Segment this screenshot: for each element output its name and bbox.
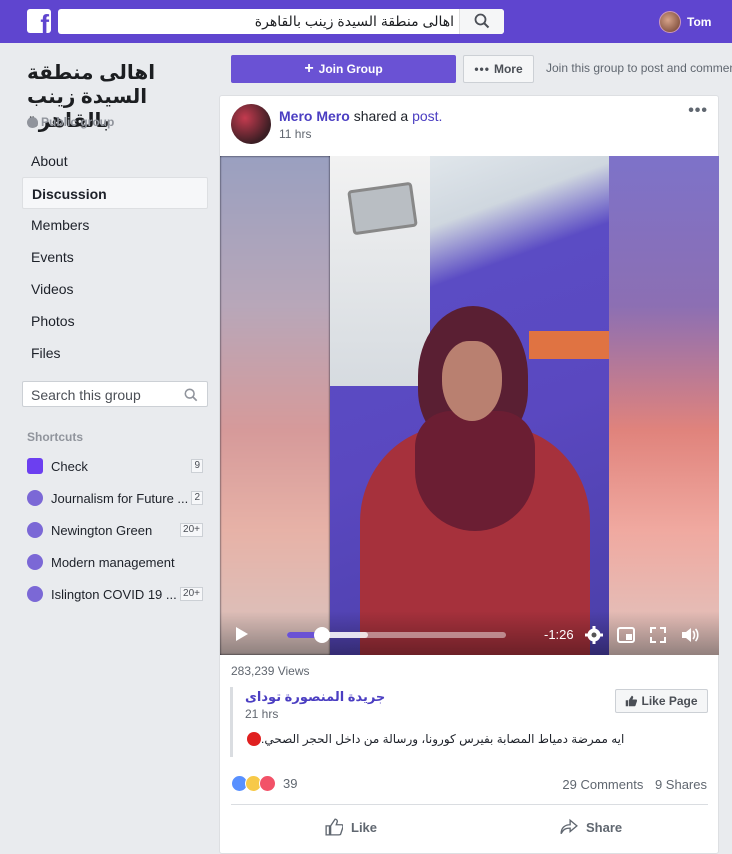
count-badge: 2	[191, 491, 203, 505]
like-page-button[interactable]: Like Page	[615, 689, 708, 713]
post-object-link[interactable]: post.	[412, 108, 442, 124]
video-frame	[330, 156, 609, 655]
post-card: Mero Mero shared a post. 11 hrs ••• -1:2…	[219, 95, 719, 854]
left-sidebar: اهالى منطقة السيدة زينب بالقاهرة Public …	[0, 43, 218, 854]
nav-item-members[interactable]: Members	[22, 209, 208, 241]
video-player[interactable]: -1:26	[220, 156, 719, 655]
group-icon	[27, 490, 43, 506]
post-header: Mero Mero shared a post.	[279, 108, 442, 124]
shortcut-item[interactable]: Islington COVID 19 ... 20+	[27, 585, 203, 603]
video-blur-right	[609, 156, 719, 655]
nav-item-discussion[interactable]: Discussion	[22, 177, 208, 209]
thumbs-up-icon	[325, 818, 343, 836]
post-options-icon[interactable]: •••	[688, 102, 708, 120]
volume-icon[interactable]	[680, 625, 700, 645]
nav-item-photos[interactable]: Photos	[22, 305, 208, 337]
thumbs-up-icon	[626, 695, 638, 707]
play-icon[interactable]	[236, 627, 248, 641]
video-controls: -1:26	[220, 611, 719, 655]
count-badge: 20+	[180, 523, 203, 537]
plus-icon: +	[304, 60, 314, 77]
global-search-input[interactable]: اهالى منطقة السيدة زينب بالقاهرة	[58, 9, 504, 34]
group-search-placeholder: Search this group	[31, 387, 141, 403]
nav-item-files[interactable]: Files	[22, 337, 208, 369]
more-dots-icon: •••	[474, 62, 490, 76]
post-verb: shared a	[353, 108, 409, 124]
settings-gear-icon[interactable]	[584, 625, 604, 645]
shares-count-link[interactable]: 9 Shares	[655, 777, 707, 792]
join-hint-text: Join this group to post and comment.	[546, 61, 732, 75]
facebook-logo-icon[interactable]: f	[27, 9, 51, 33]
shared-page-link[interactable]: جريدة المنصورة توداى	[245, 689, 385, 705]
fullscreen-icon[interactable]	[648, 625, 668, 645]
shared-post-attachment: جريدة المنصورة توداى 21 hrs Like Page اي…	[230, 687, 708, 757]
join-group-button[interactable]: + Join Group	[231, 55, 456, 83]
more-button[interactable]: ••• More	[463, 55, 534, 83]
video-blur-left	[220, 156, 330, 655]
reaction-count: 39	[283, 776, 298, 791]
post-timestamp[interactable]: 11 hrs	[279, 127, 311, 141]
shortcut-item[interactable]: Journalism for Future ... 2	[27, 489, 203, 507]
search-icon[interactable]	[184, 388, 198, 402]
user-profile-link[interactable]: Tom	[659, 10, 711, 34]
video-seek-bar[interactable]	[287, 627, 506, 643]
group-search-input[interactable]: Search this group	[22, 381, 208, 407]
count-badge: 20+	[180, 587, 203, 601]
post-author-link[interactable]: Mero Mero	[279, 108, 350, 124]
shortcut-item[interactable]: Modern management	[27, 553, 203, 571]
shared-post-text: ايه ممرضة دمياط المصابة بفيرس كورونا، ور…	[245, 732, 624, 746]
group-icon	[27, 586, 43, 602]
share-arrow-icon	[560, 818, 578, 835]
nav-item-about[interactable]: About	[22, 145, 208, 177]
share-button[interactable]: Share	[560, 815, 622, 839]
picture-in-picture-icon[interactable]	[616, 625, 636, 645]
group-privacy: Public group	[27, 115, 114, 129]
search-input-value: اهالى منطقة السيدة زينب بالقاهرة	[254, 13, 454, 29]
search-button[interactable]	[459, 9, 504, 34]
shortcuts-heading: Shortcuts	[27, 430, 84, 444]
love-reaction-icon	[259, 775, 276, 792]
like-button[interactable]: Like	[325, 815, 377, 839]
globe-icon	[27, 116, 38, 128]
nav-item-events[interactable]: Events	[22, 241, 208, 273]
group-nav: About Discussion Members Events Videos P…	[22, 145, 208, 369]
count-badge: 9	[191, 459, 203, 473]
user-name: Tom	[687, 15, 712, 29]
seek-handle[interactable]	[314, 627, 331, 643]
shortcut-item[interactable]: Newington Green 20+	[27, 521, 203, 539]
group-icon	[27, 554, 43, 570]
red-circle-emoji-icon	[247, 732, 261, 746]
shortcut-item[interactable]: Check 9	[27, 457, 203, 475]
video-time-remaining: -1:26	[544, 627, 574, 642]
shared-timestamp[interactable]: 21 hrs	[245, 707, 278, 721]
view-count: 283,239 Views	[231, 664, 310, 678]
nav-item-videos[interactable]: Videos	[22, 273, 208, 305]
check-app-icon	[27, 458, 43, 474]
top-bar: f اهالى منطقة السيدة زينب بالقاهرة Tom	[0, 0, 732, 43]
divider	[231, 804, 708, 805]
comments-count-link[interactable]: 29 Comments	[562, 777, 643, 792]
avatar[interactable]	[231, 104, 271, 144]
search-icon	[474, 13, 490, 29]
reaction-summary[interactable]: 39	[231, 775, 297, 792]
group-icon	[27, 522, 43, 538]
engagement-counts: 29 Comments 9 Shares	[554, 777, 707, 792]
avatar	[659, 11, 681, 33]
